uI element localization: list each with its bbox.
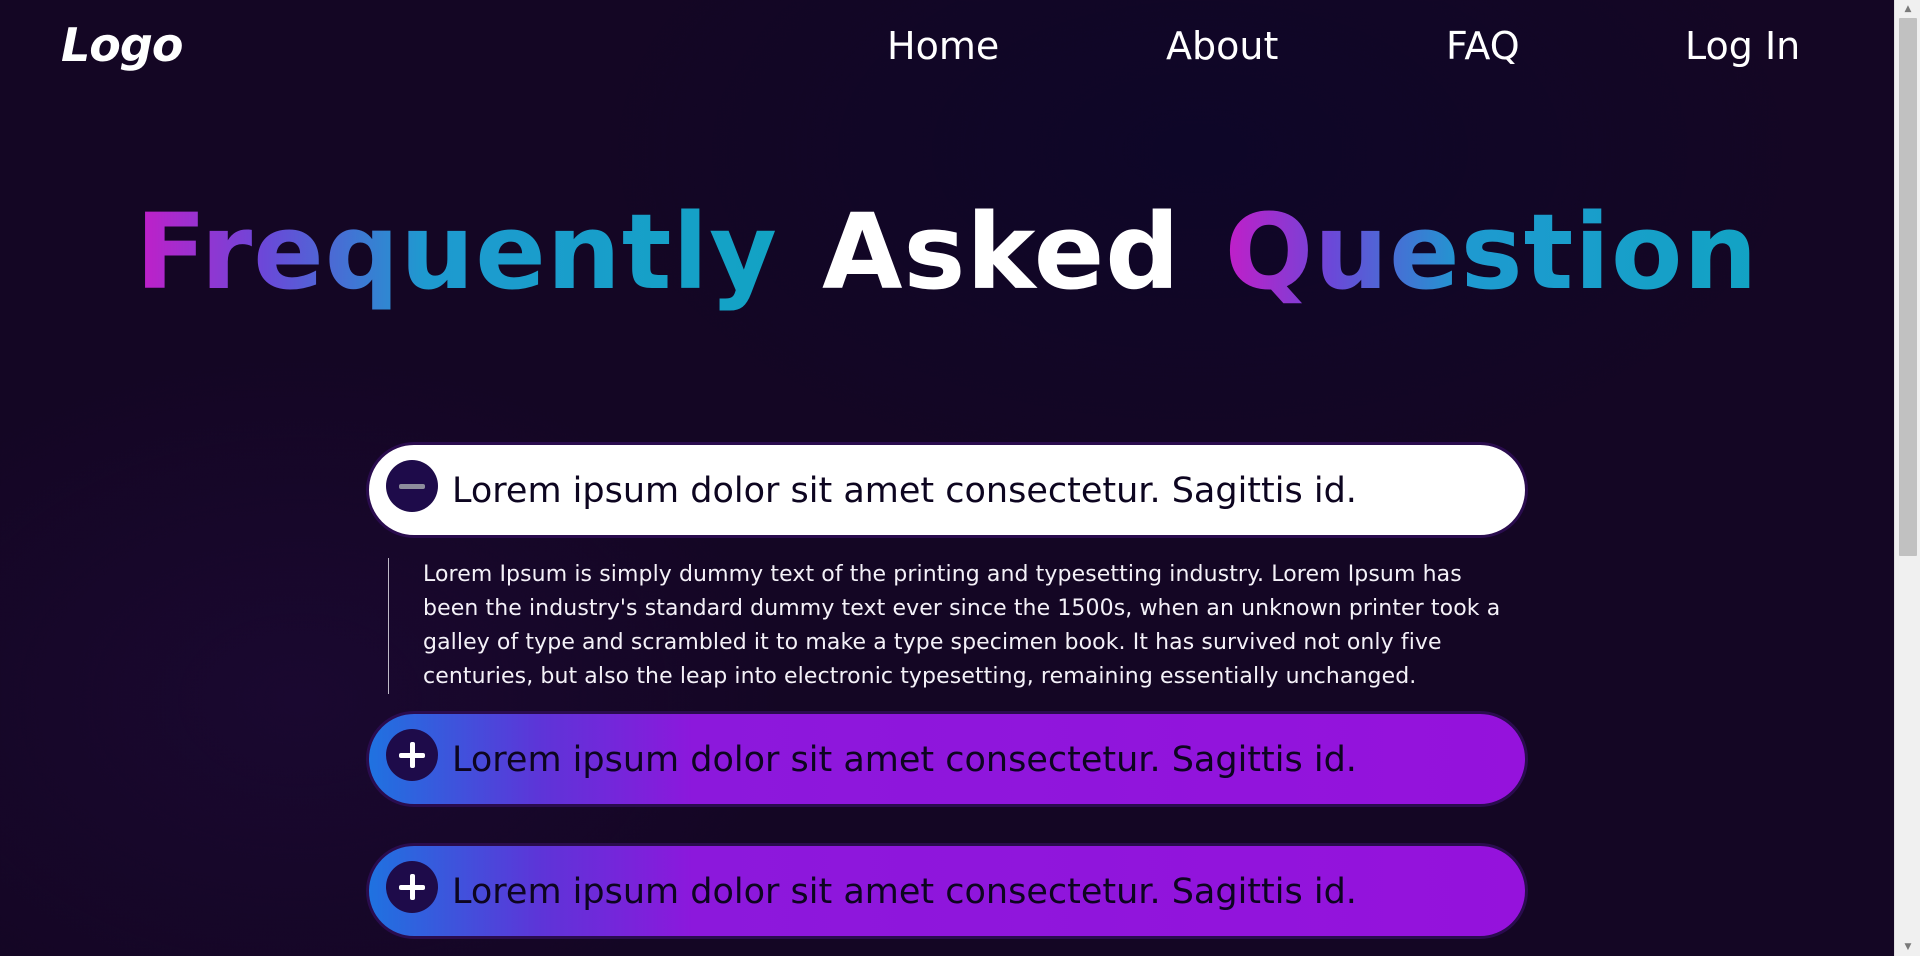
page-title: Frequently Asked Question: [0, 190, 1894, 315]
faq-item-1[interactable]: Lorem ipsum dolor sit amet consectetur. …: [366, 442, 1528, 538]
faq-answer-text: Lorem Ipsum is simply dummy text of the …: [423, 562, 1501, 689]
page: Logo Home About FAQ Log In Frequently Ask…: [0, 0, 1894, 956]
title-word-frequently: Frequently: [135, 191, 778, 313]
nav-link-login[interactable]: Log In: [1685, 24, 1800, 68]
faq-item-3[interactable]: Lorem ipsum dolor sit amet consectetur. …: [366, 843, 1528, 939]
nav-link-home[interactable]: Home: [887, 24, 999, 68]
title-word-question: Question: [1224, 191, 1759, 313]
scroll-up-arrow-icon[interactable]: ▲: [1895, 0, 1920, 18]
faq-item-2[interactable]: Lorem ipsum dolor sit amet consectetur. …: [366, 711, 1528, 807]
faq-question-3: Lorem ipsum dolor sit amet consectetur. …: [452, 872, 1357, 912]
faq-question-1: Lorem ipsum dolor sit amet consectetur. …: [452, 471, 1357, 511]
site-logo[interactable]: Logo: [61, 18, 183, 72]
plus-icon[interactable]: [386, 861, 438, 913]
vertical-scrollbar[interactable]: ▲ ▼: [1894, 0, 1920, 956]
scrollbar-thumb[interactable]: [1899, 18, 1917, 556]
nav-link-about[interactable]: About: [1166, 24, 1278, 68]
minus-icon[interactable]: [386, 460, 438, 512]
scroll-down-arrow-icon[interactable]: ▼: [1895, 938, 1920, 956]
site-header: Logo Home About FAQ Log In: [0, 0, 1894, 100]
nav-link-faq[interactable]: FAQ: [1446, 24, 1520, 68]
title-word-asked: Asked: [821, 191, 1181, 313]
faq-question-2: Lorem ipsum dolor sit amet consectetur. …: [452, 740, 1357, 780]
plus-icon[interactable]: [386, 729, 438, 781]
faq-answer-1: Lorem Ipsum is simply dummy text of the …: [388, 558, 1518, 694]
